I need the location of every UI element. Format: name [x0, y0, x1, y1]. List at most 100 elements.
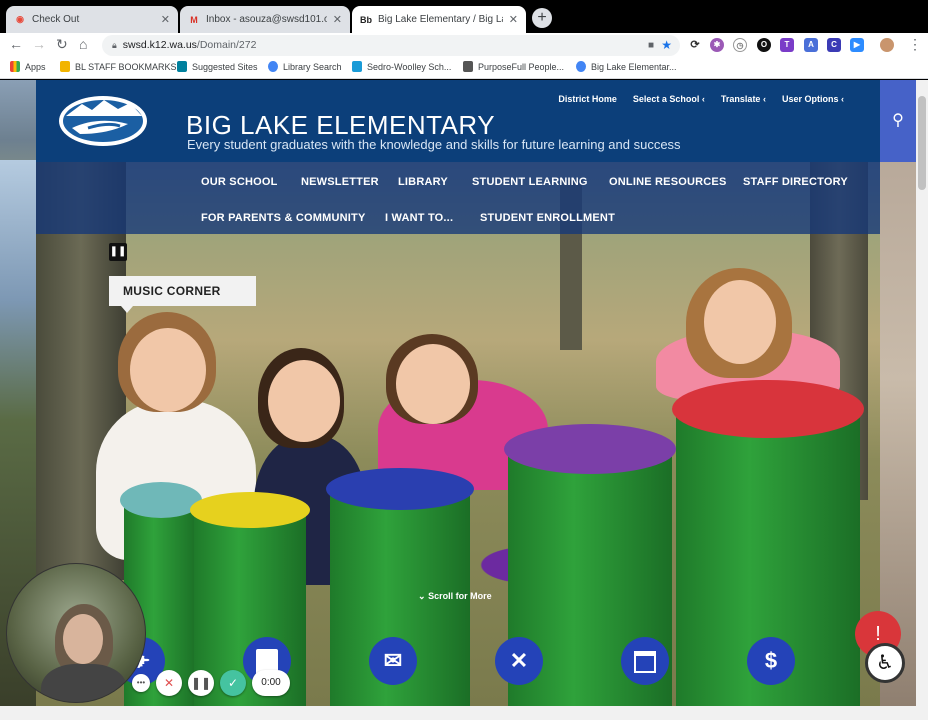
star-icon[interactable]: ★ — [661, 35, 672, 56]
menu-kebab-icon[interactable]: ⋮ — [908, 36, 922, 53]
bookmark-label: Apps — [25, 61, 46, 72]
home-icon[interactable]: ⌂ — [79, 36, 87, 52]
nav-for-parents[interactable]: FOR PARENTS & COMMUNITY — [201, 212, 366, 224]
close-tab-icon[interactable]: ✕ — [509, 13, 518, 26]
tab-inbox[interactable]: M Inbox - asouza@swsd101.org - S ✕ — [180, 6, 350, 33]
chevron-left-icon: ‹ — [841, 94, 844, 104]
bing-icon — [177, 61, 187, 72]
presenter-face — [63, 614, 103, 664]
camera-icon[interactable]: ■ — [648, 35, 654, 56]
drum-top — [504, 424, 676, 474]
bookmark-label: PurposeFull People... — [478, 61, 565, 72]
accessibility-icon: ♿︎ — [876, 652, 894, 674]
bookmark-label: BL STAFF BOOKMARKS — [75, 61, 177, 72]
url-path: /Domain/272 — [196, 39, 257, 51]
bookmarks-bar: Apps BL STAFF BOOKMARKS Suggested Sites … — [0, 57, 928, 79]
gmail-icon: M — [190, 14, 198, 25]
finish-recording-button[interactable]: ✓ — [220, 670, 246, 696]
quick-link-mail[interactable]: ✉ — [369, 637, 417, 685]
bookmark-bl-staff[interactable]: BL STAFF BOOKMARKS — [60, 61, 177, 72]
tab-title: Big Lake Elementary / Big La — [378, 14, 503, 25]
extension-tw-icon[interactable]: T — [780, 38, 794, 52]
cancel-recording-button[interactable]: ✕ — [156, 670, 182, 696]
school-logo[interactable] — [58, 94, 148, 148]
presenter-body — [41, 664, 127, 702]
nav-student-enrollment[interactable]: STUDENT ENROLLMENT — [480, 212, 615, 224]
select-school-link[interactable]: Select a School ‹ — [633, 94, 705, 104]
child-face — [704, 280, 776, 364]
accessibility-button[interactable]: ♿︎ — [865, 643, 905, 683]
quick-link-dining[interactable]: ✕ — [495, 637, 543, 685]
apps-grid-icon — [10, 61, 20, 72]
nav-staff-directory[interactable]: STAFF DIRECTORY — [743, 176, 848, 188]
tab-strip: ◉ Check Out ✕ M Inbox - asouza@swsd101.o… — [0, 0, 928, 33]
url-host: swsd.k12.wa.us — [122, 39, 197, 51]
more-options-icon[interactable]: ••• — [132, 674, 150, 692]
child-face — [396, 344, 470, 424]
reload-icon[interactable]: ↻ — [56, 36, 68, 53]
back-icon[interactable]: ← — [9, 36, 23, 52]
sync-extension-icon[interactable]: ⟳ — [688, 38, 702, 52]
bookmark-label: Suggested Sites — [192, 61, 258, 72]
circle-extension-icon[interactable]: O — [757, 38, 771, 52]
nav-our-school[interactable]: OUR SCHOOL — [201, 176, 278, 188]
doc-icon — [352, 61, 362, 72]
pause-icon: ❚❚ — [109, 246, 127, 257]
close-tab-icon[interactable]: ✕ — [333, 13, 342, 26]
user-options-link[interactable]: User Options ‹ — [782, 94, 844, 104]
new-tab-button[interactable]: + — [532, 8, 552, 28]
nav-i-want-to[interactable]: I WANT TO... — [385, 212, 453, 224]
search-button[interactable]: ⚲ — [880, 80, 916, 162]
drum-top — [672, 380, 864, 438]
address-bar[interactable]: 🔒︎ swsd.k12.wa.us/Domain/272 ■ ★ — [102, 35, 680, 56]
translate-extension-icon[interactable]: A — [804, 38, 818, 52]
chrome-icon — [268, 61, 278, 72]
bookmark-suggested-sites[interactable]: Suggested Sites — [177, 61, 258, 72]
quick-link-payments[interactable]: $ — [747, 637, 795, 685]
bookmark-big-lake[interactable]: Big Lake Elementar... — [576, 61, 677, 72]
mail-icon: ✉ — [383, 648, 403, 673]
tab-check-out[interactable]: ◉ Check Out ✕ — [6, 6, 178, 33]
school-tagline: Every student graduates with the knowled… — [187, 137, 681, 152]
nav-newsletter[interactable]: NEWSLETTER — [301, 176, 379, 188]
profile-avatar-icon[interactable] — [880, 38, 894, 52]
c-extension-icon[interactable]: C — [827, 38, 841, 52]
scrollbar-thumb[interactable] — [918, 96, 926, 190]
folder-icon — [60, 61, 70, 72]
extension-flower-icon[interactable]: ✱ — [710, 38, 724, 52]
recording-timer: 0:00 — [252, 670, 290, 696]
pause-recording-button[interactable]: ❚❚ — [188, 670, 214, 696]
scroll-for-more[interactable]: ⌄ Scroll for More — [418, 591, 492, 602]
child-face — [268, 360, 340, 442]
dining-icon: ✕ — [509, 648, 529, 673]
browser-toolbar: ← → ↻ ⌂ 🔒︎ swsd.k12.wa.us/Domain/272 ■ ★ … — [0, 33, 928, 57]
lock-icon: 🔒︎ — [112, 40, 117, 50]
zoom-extension-icon[interactable]: ▶ — [850, 38, 864, 52]
drum-top — [326, 468, 474, 510]
main-navigation: OUR SCHOOL NEWSLETTER LIBRARY STUDENT LE… — [36, 162, 880, 234]
scroll-prompt-label: Scroll for More — [428, 591, 492, 601]
nav-library[interactable]: LIBRARY — [398, 176, 448, 188]
nav-student-learning[interactable]: STUDENT LEARNING — [472, 176, 588, 188]
nav-online-resources[interactable]: ONLINE RESOURCES — [609, 176, 727, 188]
webcam-bubble[interactable] — [6, 563, 146, 703]
bookmark-apps[interactable]: Apps — [10, 61, 46, 72]
clock-extension-icon[interactable]: ◷ — [733, 38, 747, 52]
user-options-label: User Options — [781, 94, 839, 104]
bookmark-label: Big Lake Elementar... — [591, 61, 677, 72]
chrome-icon — [576, 61, 586, 72]
slideshow-pause-button[interactable]: ❚❚ — [109, 243, 127, 261]
forward-icon[interactable]: → — [32, 36, 46, 52]
horizontal-scrollbar[interactable] — [0, 706, 928, 720]
bookmark-library-search[interactable]: Library Search — [268, 61, 342, 72]
district-home-link[interactable]: District Home — [558, 94, 617, 104]
tab-title: Inbox - asouza@swsd101.org - S — [206, 14, 327, 25]
bookmark-sedro-woolley[interactable]: Sedro-Woolley Sch... — [352, 61, 451, 72]
bookmark-purposefull[interactable]: PurposeFull People... — [463, 61, 564, 72]
translate-link[interactable]: Translate ‹ — [721, 94, 766, 104]
quick-link-calendar[interactable] — [621, 637, 669, 685]
vertical-scrollbar[interactable] — [916, 80, 928, 706]
tab-big-lake[interactable]: Bb Big Lake Elementary / Big La ✕ — [352, 6, 526, 33]
slide-caption: MUSIC CORNER — [109, 276, 256, 313]
close-tab-icon[interactable]: ✕ — [161, 13, 170, 26]
